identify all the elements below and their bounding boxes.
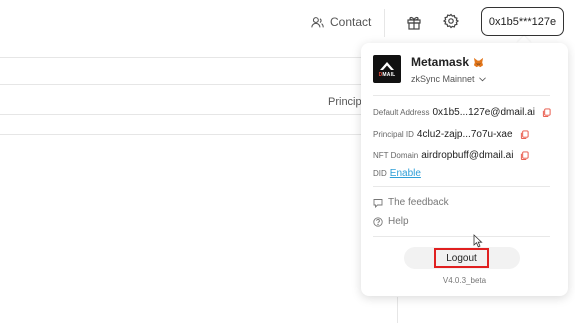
logout-label: Logout [446, 252, 477, 264]
header-divider [384, 9, 385, 37]
principal-id-row: Principal ID 4clu2-zajp...7o7u-xae [373, 129, 529, 140]
default-address-value: 0x1b5...127e@dmail.ai [432, 107, 535, 118]
logout-button[interactable]: Logout [434, 248, 489, 268]
copy-icon[interactable] [520, 151, 530, 160]
did-label: DID [373, 169, 387, 178]
feedback-label: The feedback [388, 197, 449, 208]
divider-line [0, 114, 361, 115]
principal-id-value: 4clu2-zajp...7o7u-xae [416, 129, 513, 140]
help-menu-item[interactable]: Help [373, 216, 409, 227]
network-selector[interactable]: zkSync Mainnet [411, 74, 486, 84]
contact-link[interactable]: Contact [311, 12, 371, 32]
help-label: Help [388, 216, 409, 227]
did-enable-link[interactable]: Enable [390, 168, 421, 179]
top-bar: Contact 0x1b5***127e [0, 0, 575, 46]
popup-divider [373, 236, 550, 237]
copy-icon[interactable] [542, 108, 551, 117]
network-label: zkSync Mainnet [411, 74, 475, 84]
wallet-name-label: Metamask [411, 55, 470, 69]
divider-line [0, 134, 361, 135]
default-address-label: Default Address [373, 108, 430, 117]
divider-line [0, 57, 361, 58]
nft-domain-row: NFT Domain airdropbuff@dmail.ai [373, 150, 530, 161]
popup-divider [373, 186, 550, 187]
nft-domain-label: NFT Domain [373, 151, 419, 160]
feedback-icon [373, 198, 383, 208]
chevron-down-icon [478, 76, 486, 81]
dmail-logo-mark [380, 62, 394, 70]
wallet-address-label: 0x1b5***127e [488, 15, 557, 28]
mouse-cursor-icon [473, 234, 483, 248]
dmail-logo: DMAIL [373, 55, 401, 83]
copy-icon[interactable] [520, 130, 529, 139]
logo-text-suffix: MAIL [382, 72, 396, 78]
divider-line [0, 84, 361, 85]
wallet-name: Metamask [411, 55, 484, 69]
contact-label: Contact [330, 15, 372, 29]
version-label: V4.0.3_beta [442, 276, 487, 285]
gear-icon[interactable] [443, 13, 459, 29]
wallet-address-button[interactable]: 0x1b5***127e [481, 7, 564, 36]
metamask-fox-icon [473, 57, 484, 67]
nft-domain-value: airdropbuff@dmail.ai [421, 150, 514, 161]
principal-id-label: Principal ID [373, 130, 414, 139]
popup-divider [373, 95, 550, 96]
divider-line [397, 297, 398, 323]
gift-icon[interactable] [406, 14, 422, 30]
did-row: DID Enable [373, 168, 421, 179]
account-popup: DMAIL Metamask zkSync Mainnet Default Ad… [361, 43, 568, 296]
default-address-row: Default Address 0x1b5...127e@dmail.ai [373, 107, 551, 118]
contact-icon [311, 16, 324, 27]
feedback-menu-item[interactable]: The feedback [373, 197, 449, 208]
help-icon [373, 216, 383, 227]
